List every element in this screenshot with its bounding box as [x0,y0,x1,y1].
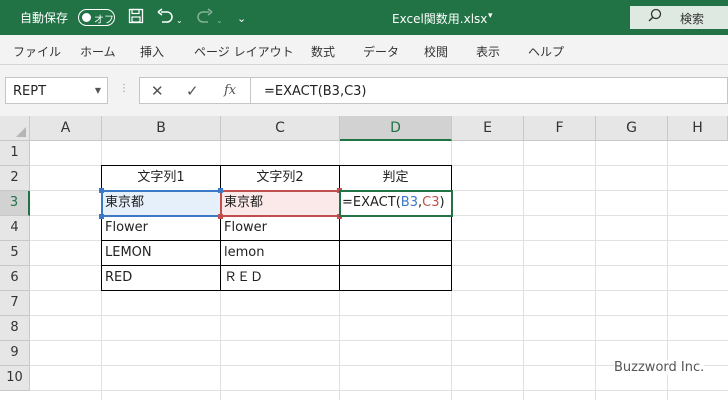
cell-c3[interactable]: 東京都 [221,191,339,216]
redo-icon[interactable] [196,8,214,28]
more-options-icon[interactable]: ⋮ [119,83,129,94]
cell-c5[interactable]: lemon [221,241,339,266]
search-box[interactable]: 検索 [630,6,728,29]
gridline [523,141,524,400]
formula-text: =EXACT(B3,C3) [264,84,367,99]
redo-dropdown-icon[interactable]: ⌄ [216,12,223,30]
formula-bar: REPT ▼ ⋮ ✕ ✓ fx =EXACT(B3,C3) [0,65,728,116]
cell-d2[interactable]: 判定 [340,166,451,191]
column-header-b[interactable]: B [102,116,221,141]
name-box[interactable]: REPT ▼ [5,77,108,104]
undo-dropdown-icon[interactable]: ⌄ [176,12,183,30]
row-header-10[interactable]: 10 [0,366,30,391]
save-icon[interactable] [128,8,144,28]
gridline [30,340,728,341]
row-header-6[interactable]: 6 [0,266,30,291]
tab-page-layout[interactable]: ページ レイアウト [194,43,294,60]
customize-qat-icon[interactable]: ⌄ [237,10,246,28]
chevron-down-icon[interactable]: ▼ [95,86,101,95]
row-header-1[interactable]: 1 [0,141,30,166]
row-header-8[interactable]: 8 [0,316,30,341]
cell-c4[interactable]: Flower [221,216,339,241]
cell-b2[interactable]: 文字列1 [102,166,220,191]
column-header-e[interactable]: E [452,116,524,141]
autosave-state: オフ [94,15,114,26]
formula-buttons: ✕ ✓ fx [139,77,251,104]
tab-insert[interactable]: 挿入 [140,43,164,60]
cell-b5[interactable]: LEMON [102,241,220,266]
file-name: Excel関数用.xlsx [392,12,488,26]
watermark: Buzzword Inc. [614,360,705,375]
column-header-d[interactable]: D [340,116,452,141]
gridline [30,390,728,391]
cell-b6[interactable]: RED [102,266,220,291]
row-header-5[interactable]: 5 [0,241,30,266]
cell-d4[interactable] [340,216,451,241]
formula-ref-b3: B3 [400,195,418,210]
gridline [30,315,728,316]
column-header-c[interactable]: C [221,116,340,141]
tab-view[interactable]: 表示 [476,43,500,60]
cell-b4[interactable]: Flower [102,216,220,241]
column-header-f[interactable]: F [524,116,596,141]
worksheet-grid[interactable]: A B C D E F G H 1 2 3 4 5 6 7 8 9 10 文字列… [0,116,728,400]
insert-function-icon[interactable]: fx [224,83,236,98]
tab-data[interactable]: データ [363,43,399,60]
undo-icon[interactable] [156,8,174,28]
column-header-a[interactable]: A [30,116,102,141]
formula-ref-c3: C3 [422,195,440,210]
row-header-9[interactable]: 9 [0,341,30,366]
filename-dropdown-icon[interactable]: ▾ [488,11,493,21]
row-header-4[interactable]: 4 [0,216,30,241]
tab-help[interactable]: ヘルプ [528,43,564,60]
row-header-2[interactable]: 2 [0,166,30,191]
cell-c2[interactable]: 文字列2 [221,166,339,191]
formula-suffix: ) [439,195,445,210]
cell-c6[interactable]: ＲＥＤ [221,266,339,291]
title-bar: 自動保存 オフ ⌄ ⌄ ⌄ Excel関数用.xlsx ▾ 検索 [0,0,728,35]
search-label: 検索 [680,12,705,26]
autosave-label: 自動保存 [20,11,69,25]
formula-prefix: =EXACT( [342,195,401,210]
row-header-7[interactable]: 7 [0,291,30,316]
select-all-button[interactable] [0,116,30,141]
tab-formulas[interactable]: 数式 [311,43,335,60]
ribbon-tabs: ファイル ホーム 挿入 ページ レイアウト 数式 データ 校閲 表示 ヘルプ [0,35,728,65]
search-icon [648,8,662,26]
row-header-3[interactable]: 3 [0,191,30,216]
gridline [595,141,596,400]
table-border [451,165,452,291]
column-header-h[interactable]: H [668,116,728,141]
cancel-icon[interactable]: ✕ [151,82,164,100]
cell-b3[interactable]: 東京都 [102,191,220,216]
autosave-toggle[interactable]: オフ [78,9,115,26]
tab-review[interactable]: 校閲 [424,43,448,60]
name-box-value: REPT [13,84,47,99]
column-header-g[interactable]: G [596,116,668,141]
cell-d3-editing[interactable]: =EXACT(B3,C3) [340,191,454,216]
cell-d5[interactable] [340,241,451,266]
toggle-knob [82,13,91,22]
formula-input[interactable]: =EXACT(B3,C3) [251,77,728,104]
cell-d6[interactable] [340,266,451,291]
tab-home[interactable]: ホーム [80,43,116,60]
checkmark-icon[interactable]: ✓ [186,82,199,100]
tab-file[interactable]: ファイル [13,43,61,60]
